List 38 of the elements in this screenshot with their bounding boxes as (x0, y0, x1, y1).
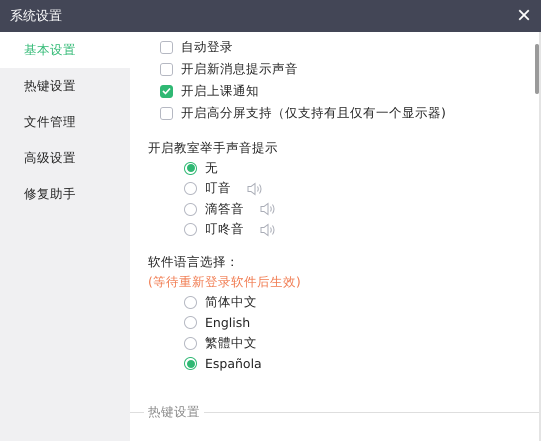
radio-button[interactable] (184, 223, 197, 236)
checkbox[interactable] (160, 84, 173, 98)
sidebar-item[interactable]: 高级设置 (0, 140, 130, 176)
speaker-icon[interactable] (247, 182, 263, 196)
section-heading: 热键设置 (148, 404, 200, 421)
radio-button[interactable] (184, 162, 197, 175)
radio-label: 简体中文 (205, 294, 257, 311)
speaker-icon[interactable] (260, 222, 276, 237)
radio-label: English (205, 315, 250, 330)
window-title: 系统设置 (10, 8, 62, 25)
checkbox[interactable] (160, 106, 173, 120)
hint-text: (等待重新登录软件后生效) (148, 272, 302, 290)
radio-label: 无 (205, 160, 218, 177)
checkbox[interactable] (160, 40, 173, 54)
radio-label: 滴答音 (205, 200, 244, 218)
radio-label: 叮咚音 (205, 221, 244, 238)
option-label: 开启新消息提示声音 (181, 60, 298, 78)
radio-button[interactable] (184, 296, 197, 309)
scrollbar[interactable] (535, 44, 539, 94)
radio-button[interactable] (184, 336, 197, 350)
radio-label: 繁體中文 (205, 334, 257, 352)
radio-label: Española (205, 356, 262, 372)
radio-button[interactable] (184, 357, 197, 370)
option-label: 开启高分屏支持（仅支持有且仅有一个显示器) (181, 104, 446, 122)
radio-button[interactable] (184, 202, 197, 216)
option-label: 自动登录 (181, 38, 233, 56)
sidebar-item[interactable]: 修复助手 (0, 176, 130, 212)
checkbox[interactable] (160, 62, 173, 76)
section-label: 软件语言选择： (148, 252, 240, 270)
section-label: 开启教室举手声音提示 (148, 138, 279, 156)
sidebar-item[interactable]: 热键设置 (0, 68, 130, 104)
speaker-icon[interactable] (260, 202, 276, 216)
radio-button[interactable] (184, 182, 197, 196)
close-button[interactable]: × (514, 4, 533, 28)
radio-label: 叮音 (205, 180, 231, 198)
radio-button[interactable] (184, 316, 197, 330)
sidebar-item[interactable]: 文件管理 (0, 104, 130, 140)
option-label: 开启上课通知 (181, 82, 259, 100)
